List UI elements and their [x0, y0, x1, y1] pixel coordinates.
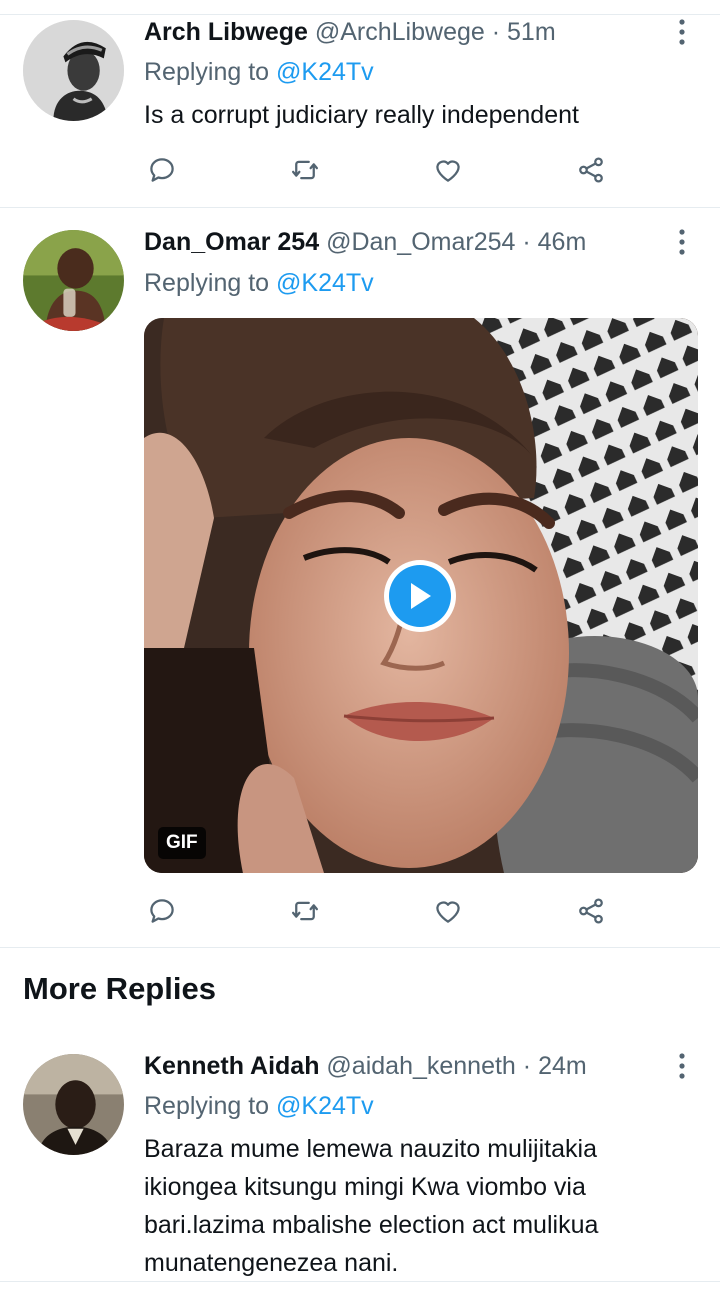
like-icon — [436, 901, 460, 923]
tweet-header: Dan_Omar 254 @Dan_Omar254 · 46m — [144, 224, 586, 260]
like-button[interactable] — [430, 152, 466, 188]
bottom-divider — [0, 1281, 720, 1282]
user-handle[interactable]: @Dan_Omar254 — [326, 228, 515, 256]
separator-dot: · — [522, 228, 531, 256]
retweet-button[interactable] — [287, 152, 323, 188]
reply-icon — [150, 899, 174, 923]
tweet-text: Is a corrupt judiciary really independen… — [144, 101, 579, 129]
tweet-header: Kenneth Aidah @aidah_kenneth · 24m — [144, 1048, 587, 1084]
like-button[interactable] — [430, 893, 466, 929]
replying-to: Replying to @K24Tv — [144, 265, 374, 301]
like-icon — [436, 160, 460, 182]
replying-to: Replying to @K24Tv — [144, 1088, 374, 1124]
more-vertical-icon — [679, 229, 685, 255]
timestamp[interactable]: 24m — [538, 1052, 587, 1080]
gif-media[interactable]: GIF — [144, 318, 698, 873]
more-options-button[interactable] — [668, 224, 696, 260]
replying-mention[interactable]: @K24Tv — [276, 1092, 374, 1120]
replying-mention[interactable]: @K24Tv — [276, 269, 374, 297]
timestamp[interactable]: 46m — [538, 228, 587, 256]
reply-icon — [150, 158, 174, 182]
share-icon — [579, 898, 603, 924]
reply-button[interactable] — [144, 893, 180, 929]
avatar[interactable] — [23, 230, 124, 331]
more-replies-heading: More Replies — [23, 971, 216, 1006]
share-button[interactable] — [573, 152, 609, 188]
tweet-text: Baraza mume lemewa nauzito mulijitakia i… — [144, 1135, 599, 1277]
timestamp[interactable]: 51m — [507, 18, 556, 46]
user-handle[interactable]: @ArchLibwege — [315, 18, 485, 46]
replying-prefix: Replying to — [144, 58, 270, 86]
more-options-button[interactable] — [668, 1048, 696, 1084]
play-icon — [411, 583, 431, 609]
retweet-icon — [292, 901, 318, 921]
avatar[interactable] — [23, 20, 124, 121]
tweet-header: Arch Libwege @ArchLibwege · 51m — [144, 14, 556, 50]
replying-prefix: Replying to — [144, 1092, 270, 1120]
display-name[interactable]: Arch Libwege — [144, 18, 308, 46]
more-vertical-icon — [679, 19, 685, 45]
retweet-icon — [292, 160, 318, 180]
separator-dot: · — [491, 18, 501, 46]
user-handle[interactable]: @aidah_kenneth — [326, 1052, 515, 1080]
more-vertical-icon — [679, 1053, 685, 1079]
tweet-divider — [0, 947, 720, 948]
reply-button[interactable] — [144, 152, 180, 188]
display-name[interactable]: Kenneth Aidah — [144, 1052, 319, 1080]
more-options-button[interactable] — [668, 14, 696, 50]
tweet-divider — [0, 207, 720, 208]
gif-badge: GIF — [158, 827, 206, 859]
replying-prefix: Replying to — [144, 269, 270, 297]
replying-to: Replying to @K24Tv — [144, 54, 374, 90]
avatar[interactable] — [23, 1054, 124, 1155]
retweet-button[interactable] — [287, 893, 323, 929]
separator-dot: · — [522, 1052, 532, 1080]
play-button[interactable] — [384, 560, 456, 632]
replying-mention[interactable]: @K24Tv — [276, 58, 374, 86]
display-name[interactable]: Dan_Omar 254 — [144, 228, 319, 256]
share-icon — [579, 157, 603, 183]
share-button[interactable] — [573, 893, 609, 929]
